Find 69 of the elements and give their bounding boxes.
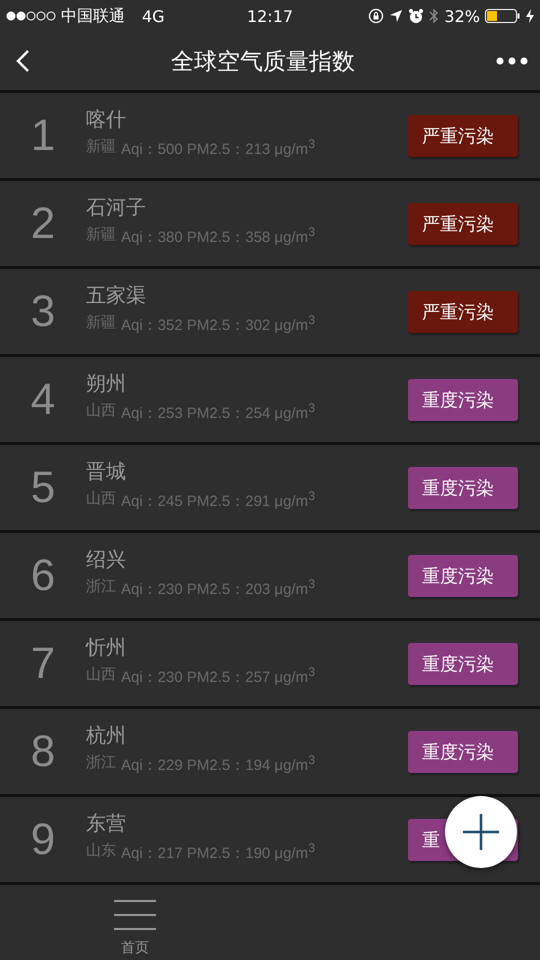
page-title: 全球空气质量指数 xyxy=(171,48,355,76)
rank-number: 9 xyxy=(30,814,56,864)
rank-number: 3 xyxy=(30,286,56,336)
city-name: 杭州 xyxy=(86,722,127,749)
alarm-icon xyxy=(408,8,424,24)
air-reading: Aqi：217 PM2.5：190 μg/m$^{3}$ xyxy=(121,841,316,863)
pollution-badge: 重度污染 xyxy=(408,378,518,420)
province-name: 新疆 xyxy=(86,137,116,157)
province-name: 山西 xyxy=(86,401,116,421)
air-reading: Aqi：245 PM2.5：291 μg/m$^{3}$ xyxy=(121,489,316,511)
province-name: 浙江 xyxy=(86,577,116,597)
province-name: 新疆 xyxy=(86,313,116,333)
air-reading: Aqi：352 PM2.5：302 μg/m$^{3}$ xyxy=(121,313,316,335)
signal-icon xyxy=(6,11,56,21)
city-row[interactable]: 4 朔州 山西 Aqi：253 PM2.5：254 μg/m$^{3}$ 重度污染 xyxy=(0,357,540,442)
carrier-name: 中国联通 xyxy=(61,6,125,26)
city-name: 石河子 xyxy=(86,194,147,221)
city-name: 五家渠 xyxy=(86,282,147,309)
battery-percent: 32% xyxy=(444,6,480,26)
city-row[interactable]: 6 绍兴 浙江 Aqi：230 PM2.5：203 μg/m$^{3}$ 重度污染 xyxy=(0,533,540,618)
city-row[interactable]: 7 忻州 山西 Aqi：230 PM2.5：257 μg/m$^{3}$ 重度污染 xyxy=(0,621,540,706)
air-reading: Aqi：230 PM2.5：257 μg/m$^{3}$ xyxy=(121,665,316,687)
city-row[interactable]: 3 五家渠 新疆 Aqi：352 PM2.5：302 μg/m$^{3}$ 严重污染 xyxy=(0,269,540,354)
more-icon[interactable] xyxy=(496,57,528,65)
network-type: 4G xyxy=(142,6,165,26)
city-row[interactable]: 5 晋城 山西 Aqi：245 PM2.5：291 μg/m$^{3}$ 重度污染 xyxy=(0,445,540,530)
pollution-badge: 严重污染 xyxy=(408,114,518,156)
rank-number: 7 xyxy=(30,638,56,688)
rank-number: 6 xyxy=(30,550,56,600)
location-arrow-icon xyxy=(389,9,404,23)
city-name: 东营 xyxy=(86,810,127,837)
pollution-badge: 重度污染 xyxy=(408,554,518,596)
pollution-badge: 重度污染 xyxy=(408,466,518,508)
pollution-badge: 严重污染 xyxy=(408,202,518,244)
city-name: 喀什 xyxy=(86,106,127,133)
pollution-badge: 重度污染 xyxy=(408,730,518,772)
air-reading: Aqi：380 PM2.5：358 μg/m$^{3}$ xyxy=(121,225,316,247)
city-name: 朔州 xyxy=(86,370,127,397)
province-name: 山西 xyxy=(86,489,116,509)
city-row[interactable]: 2 石河子 新疆 Aqi：380 PM2.5：358 μg/m$^{3}$ 严重污染 xyxy=(0,181,540,266)
rank-number: 1 xyxy=(30,110,56,160)
rank-number: 2 xyxy=(30,198,56,248)
city-row[interactable]: 8 杭州 浙江 Aqi：229 PM2.5：194 μg/m$^{3}$ 重度污染 xyxy=(0,709,540,794)
air-reading: Aqi：253 PM2.5：254 μg/m$^{3}$ xyxy=(121,401,316,423)
rank-number: 4 xyxy=(30,374,56,424)
air-reading: Aqi：230 PM2.5：203 μg/m$^{3}$ xyxy=(121,577,316,599)
province-name: 新疆 xyxy=(86,225,116,245)
air-reading: Aqi：229 PM2.5：194 μg/m$^{3}$ xyxy=(121,753,316,775)
charging-icon xyxy=(526,9,534,23)
province-name: 浙江 xyxy=(86,753,116,773)
menu-icon xyxy=(114,898,156,930)
city-name: 忻州 xyxy=(86,634,127,661)
bluetooth-icon xyxy=(429,8,440,24)
rank-number: 8 xyxy=(30,726,56,776)
air-reading: Aqi：500 PM2.5：213 μg/m$^{3}$ xyxy=(121,137,316,159)
battery-icon xyxy=(484,8,521,24)
clock-time: 12:17 xyxy=(246,6,294,26)
city-row[interactable]: 1 喀什 新疆 Aqi：500 PM2.5：213 μg/m$^{3}$ 严重污染 xyxy=(0,93,540,178)
rotation-lock-icon xyxy=(368,8,384,24)
rank-number: 5 xyxy=(30,462,56,512)
pollution-badge: 严重污染 xyxy=(408,290,518,332)
city-row[interactable]: 9 东营 山东 Aqi：217 PM2.5：190 μg/m$^{3}$ 重 xyxy=(0,797,540,882)
pollution-badge: 重度污染 xyxy=(408,642,518,684)
city-name: 晋城 xyxy=(86,458,127,485)
plus-icon xyxy=(463,814,499,850)
province-name: 山东 xyxy=(86,841,116,861)
back-icon[interactable] xyxy=(16,49,30,73)
city-name: 绍兴 xyxy=(86,546,127,573)
province-name: 山西 xyxy=(86,665,116,685)
